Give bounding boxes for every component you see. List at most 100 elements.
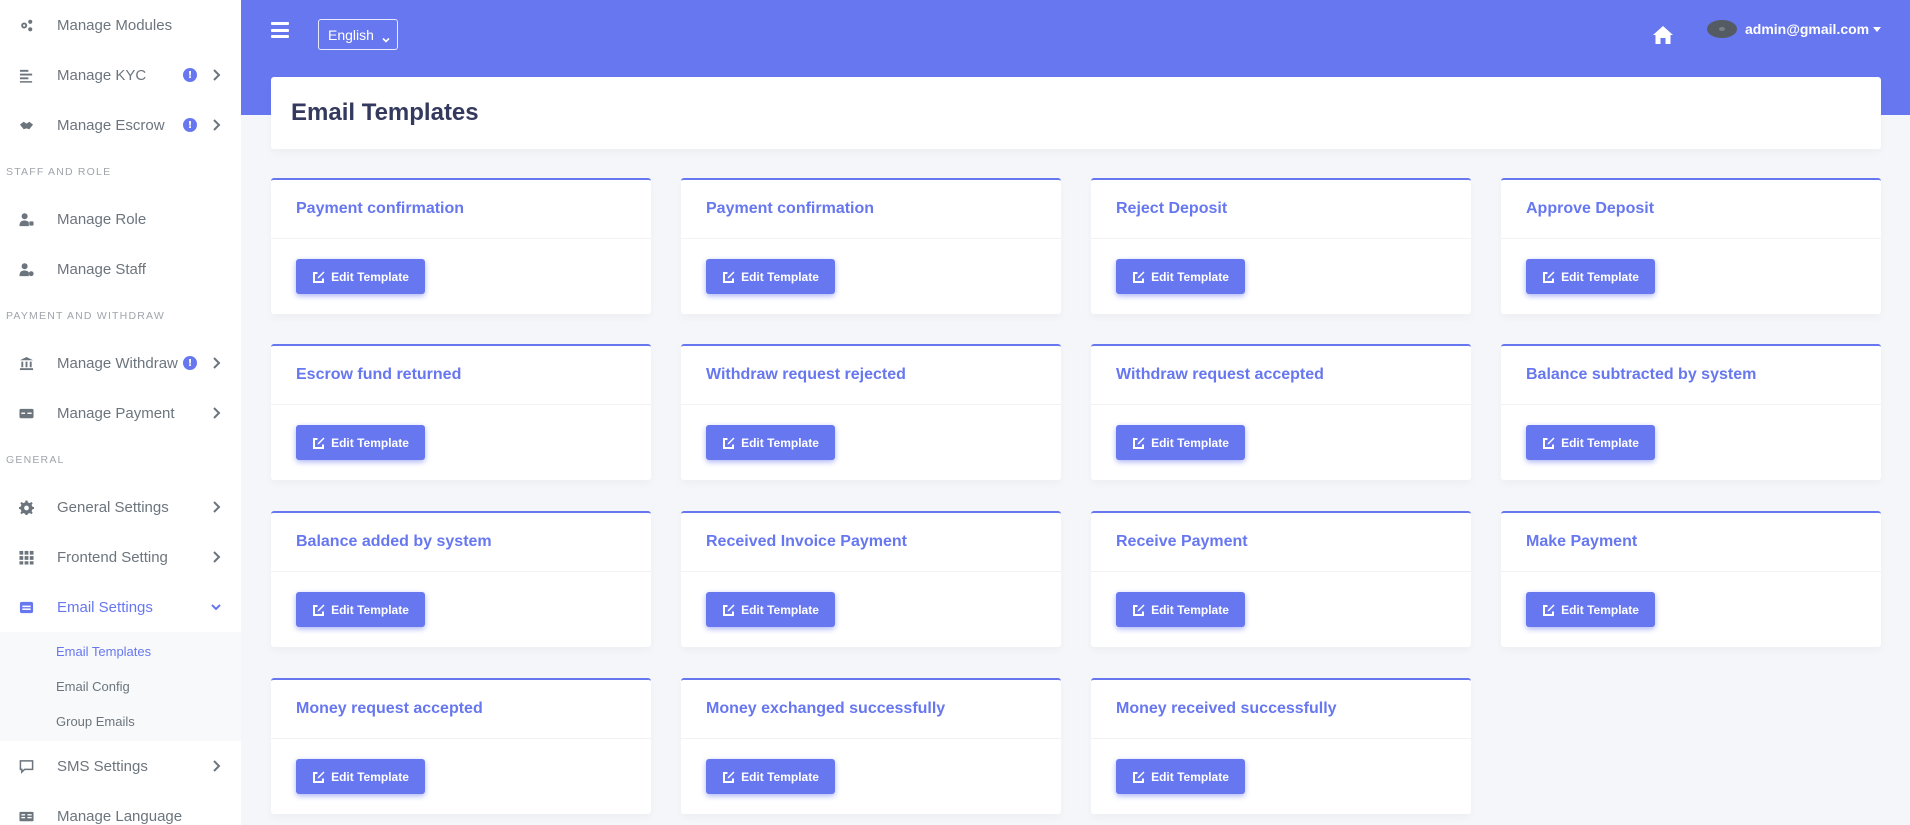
edit-icon (312, 270, 331, 284)
template-card: Withdraw request accepted Edit Template (1091, 344, 1471, 480)
edit-icon (722, 603, 741, 617)
sidebar-item-manage-payment[interactable]: Manage Payment (0, 388, 241, 438)
edit-template-label: Edit Template (741, 269, 819, 284)
sidebar-item-label: Manage Staff (57, 260, 146, 278)
chevron-right-icon (211, 355, 221, 371)
edit-icon (1542, 436, 1561, 450)
edit-template-button[interactable]: Edit Template (1116, 259, 1245, 294)
edit-icon (1132, 270, 1151, 284)
edit-icon (1542, 270, 1561, 284)
edit-icon (312, 436, 331, 450)
card-header: Money received successfully (1091, 680, 1471, 739)
edit-template-label: Edit Template (741, 435, 819, 450)
edit-template-label: Edit Template (741, 602, 819, 617)
edit-icon (1132, 770, 1151, 784)
card-title: Money request accepted (296, 700, 483, 717)
sidebar-item-frontend-setting[interactable]: Frontend Setting (0, 532, 241, 582)
language-select[interactable]: English (318, 19, 398, 50)
edit-template-button[interactable]: Edit Template (296, 259, 425, 294)
sidebar-item-manage-language[interactable]: Manage Language (0, 791, 241, 825)
edit-template-label: Edit Template (1151, 435, 1229, 450)
comment-icon (18, 758, 34, 774)
edit-template-button[interactable]: Edit Template (296, 425, 425, 460)
avatar (1707, 20, 1737, 38)
edit-template-button[interactable]: Edit Template (1116, 425, 1245, 460)
edit-template-button[interactable]: Edit Template (706, 259, 835, 294)
handshake-icon (18, 117, 34, 133)
edit-template-label: Edit Template (1151, 269, 1229, 284)
edit-template-label: Edit Template (1561, 269, 1639, 284)
submenu-item-group-emails[interactable]: Group Emails (0, 704, 241, 739)
sidebar-item-manage-withdraw[interactable]: Manage Withdraw ! (0, 338, 241, 388)
edit-template-button[interactable]: Edit Template (1116, 759, 1245, 794)
alert-badge: ! (183, 68, 197, 82)
grid-icon (18, 549, 34, 565)
edit-template-label: Edit Template (331, 435, 409, 450)
sidebar-item-label: Manage Modules (57, 16, 173, 34)
edit-template-label: Edit Template (1561, 602, 1639, 617)
edit-template-button[interactable]: Edit Template (1526, 592, 1655, 627)
submenu-item-email-templates[interactable]: Email Templates (0, 634, 241, 669)
sidebar-item-email-settings[interactable]: Email Settings (0, 582, 241, 632)
sidebar-item-manage-kyc[interactable]: Manage KYC ! (0, 50, 241, 100)
submenu-item-email-config[interactable]: Email Config (0, 669, 241, 704)
card-header: Received Invoice Payment (681, 513, 1061, 572)
card-header: Approve Deposit (1501, 180, 1881, 239)
hamburger-menu-icon[interactable] (271, 22, 289, 38)
edit-icon (1132, 603, 1151, 617)
edit-template-button[interactable]: Edit Template (706, 425, 835, 460)
sidebar-item-sms-settings[interactable]: SMS Settings (0, 741, 241, 791)
sidebar-item-label: Manage Role (57, 210, 147, 228)
sidebar-item-label: SMS Settings (57, 757, 148, 775)
edit-icon (1542, 603, 1561, 617)
template-card: Money received successfully Edit Template (1091, 678, 1471, 814)
envelope-icon (18, 599, 34, 615)
language-select-value: English (328, 26, 374, 43)
edit-template-button[interactable]: Edit Template (1526, 259, 1655, 294)
edit-template-button[interactable]: Edit Template (1116, 592, 1245, 627)
card-title: Receive Payment (1116, 533, 1248, 550)
edit-template-button[interactable]: Edit Template (296, 759, 425, 794)
page-header: Email Templates (271, 77, 1881, 149)
card-title: Money received successfully (1116, 700, 1337, 717)
sidebar-item-manage-role[interactable]: Manage Role (0, 194, 241, 244)
gear-icon (18, 499, 34, 515)
alert-badge: ! (183, 356, 197, 370)
sidebar-item-manage-staff[interactable]: Manage Staff (0, 244, 241, 294)
card-header: Balance added by system (271, 513, 651, 572)
card-title: Make Payment (1526, 533, 1638, 550)
template-card: Escrow fund returned Edit Template (271, 344, 651, 480)
card-header: Withdraw request accepted (1091, 346, 1471, 405)
edit-template-button[interactable]: Edit Template (1526, 425, 1655, 460)
edit-template-button[interactable]: Edit Template (296, 592, 425, 627)
card-title: Withdraw request accepted (1116, 366, 1324, 383)
cogs-icon (18, 17, 34, 33)
template-card: Withdraw request rejected Edit Template (681, 344, 1061, 480)
edit-template-button[interactable]: Edit Template (706, 592, 835, 627)
sidebar-item-label: Email Settings (57, 598, 153, 616)
sidebar-item-manage-modules[interactable]: Manage Modules (0, 0, 241, 50)
user-dropdown[interactable]: admin@gmail.com (1707, 18, 1882, 40)
card-header: Money request accepted (271, 680, 651, 739)
chevron-right-icon (211, 499, 221, 515)
card-title: Received Invoice Payment (706, 533, 907, 550)
sidebar-item-general-settings[interactable]: General Settings (0, 482, 241, 532)
edit-icon (1132, 436, 1151, 450)
template-card: Received Invoice Payment Edit Template (681, 511, 1061, 647)
section-header-payment: PAYMENT AND WITHDRAW (6, 310, 165, 322)
card-header: Escrow fund returned (271, 346, 651, 405)
home-icon[interactable] (1652, 25, 1674, 45)
card-title: Balance added by system (296, 533, 492, 550)
chevron-right-icon (211, 67, 221, 83)
edit-template-button[interactable]: Edit Template (706, 759, 835, 794)
sidebar-item-manage-escrow[interactable]: Manage Escrow ! (0, 100, 241, 150)
sidebar-item-label: General Settings (57, 498, 169, 516)
template-card: Reject Deposit Edit Template (1091, 178, 1471, 314)
edit-template-label: Edit Template (331, 269, 409, 284)
chevron-right-icon (211, 117, 221, 133)
template-card: Payment confirmation Edit Template (681, 178, 1061, 314)
chevron-right-icon (211, 758, 221, 774)
card-header: Money exchanged successfully (681, 680, 1061, 739)
card-title: Reject Deposit (1116, 200, 1228, 217)
card-title: Withdraw request rejected (706, 366, 906, 383)
